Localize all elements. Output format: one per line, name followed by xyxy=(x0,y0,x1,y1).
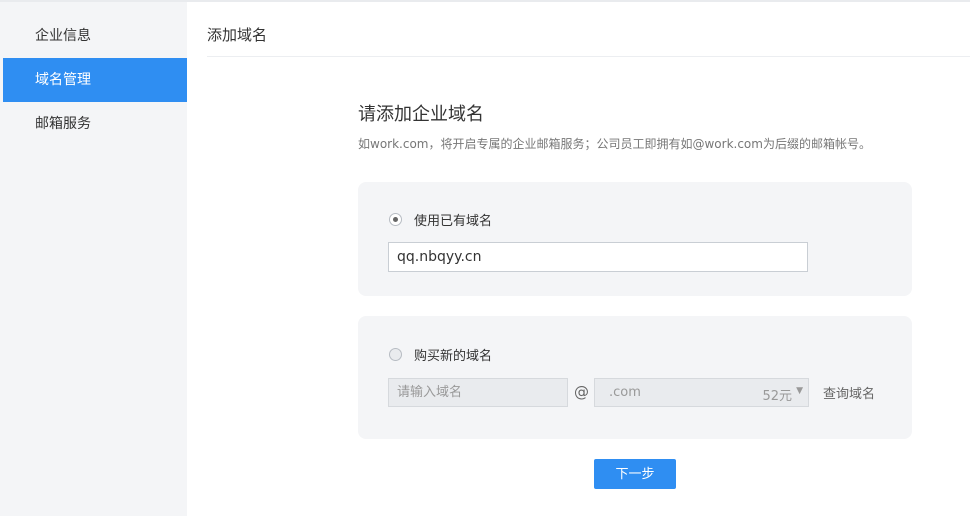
section-heading: 请添加企业域名 xyxy=(358,104,484,125)
sidebar-item-label: 邮箱服务 xyxy=(35,116,91,132)
existing-domain-input[interactable] xyxy=(388,242,808,272)
domain-suffix-select[interactable]: .com 52元 ▼ xyxy=(594,378,809,407)
new-domain-input[interactable]: 请输入域名 xyxy=(388,378,568,407)
sidebar-item-label: 域名管理 xyxy=(35,72,91,88)
main-content: 添加域名 请添加企业域名 如work.com，将开启专属的企业邮箱服务；公司员工… xyxy=(187,2,970,516)
title-divider xyxy=(207,56,970,57)
query-domain-link[interactable]: 查询域名 xyxy=(823,383,875,402)
chevron-down-icon: ▼ xyxy=(796,386,803,396)
existing-domain-label: 使用已有域名 xyxy=(414,214,493,229)
new-domain-card: 购买新的域名 请输入域名 @ .com 52元 ▼ 查询域名 xyxy=(358,316,912,439)
page-title: 添加域名 xyxy=(207,26,268,44)
sidebar-item-company-info[interactable]: 企业信息 xyxy=(3,14,187,58)
new-domain-option[interactable]: 购买新的域名 xyxy=(389,345,492,364)
existing-domain-radio[interactable] xyxy=(389,213,402,226)
existing-domain-option[interactable]: 使用已有域名 xyxy=(389,210,492,229)
sidebar-item-label: 企业信息 xyxy=(35,28,91,44)
domain-suffix-value: .com xyxy=(609,385,641,400)
sidebar-item-domain-management[interactable]: 域名管理 xyxy=(3,58,187,102)
existing-domain-card: 使用已有域名 xyxy=(358,182,912,296)
new-domain-radio[interactable] xyxy=(389,348,402,361)
sidebar: 企业信息 域名管理 邮箱服务 xyxy=(0,2,187,516)
sidebar-item-mail-service[interactable]: 邮箱服务 xyxy=(3,102,187,146)
domain-price: 52元 xyxy=(762,389,792,404)
next-step-button[interactable]: 下一步 xyxy=(594,459,676,489)
section-description: 如work.com，将开启专属的企业邮箱服务；公司员工即拥有如@work.com… xyxy=(358,137,871,151)
at-sign: @ xyxy=(574,383,589,401)
new-domain-label: 购买新的域名 xyxy=(414,349,493,364)
